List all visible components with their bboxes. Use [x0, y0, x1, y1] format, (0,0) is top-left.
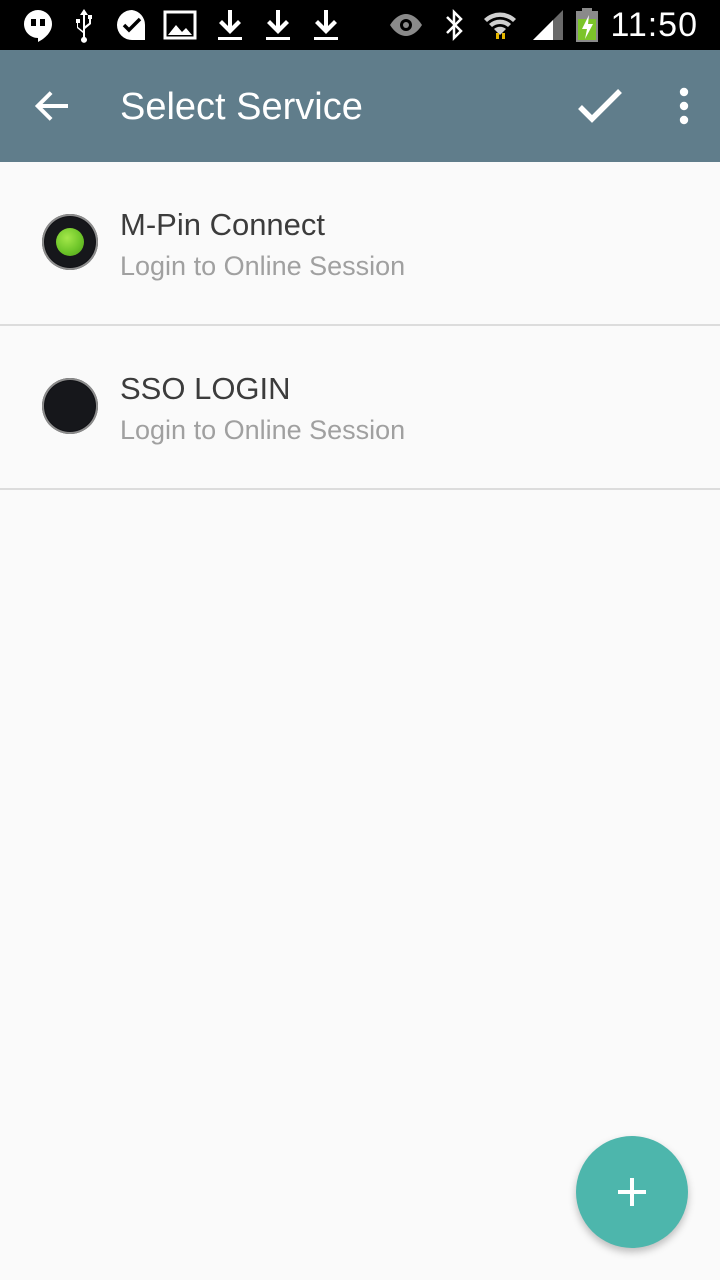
usb-icon: [66, 7, 102, 43]
hangouts-icon: [20, 7, 56, 43]
status-bar: 11:50: [0, 0, 720, 50]
more-vert-icon: [679, 87, 689, 125]
eye-icon: [388, 7, 424, 43]
overflow-menu-button[interactable]: [660, 78, 708, 134]
confirm-button[interactable]: [570, 78, 630, 134]
plus-icon: [618, 1178, 646, 1206]
back-button[interactable]: [24, 78, 80, 134]
status-time: 11:50: [610, 6, 698, 44]
list-item[interactable]: M-Pin Connect Login to Online Session: [0, 162, 720, 326]
signal-icon: [530, 7, 566, 43]
bluetooth-icon: [436, 7, 472, 43]
screen: 11:50 Select Service M-Pin Connect Login…: [0, 0, 720, 1280]
list-item[interactable]: SSO LOGIN Login to Online Session: [0, 326, 720, 490]
service-subtitle: Login to Online Session: [120, 415, 406, 445]
download-icon: [260, 7, 296, 43]
radio-ring: [45, 381, 95, 431]
arrow-back-icon: [34, 91, 68, 121]
radio-unselected[interactable]: [42, 378, 98, 434]
download-icon: [308, 7, 344, 43]
service-subtitle: Login to Online Session: [120, 251, 406, 281]
wifi-icon: [482, 7, 518, 43]
battery-charging-icon: [570, 7, 606, 43]
check-bubble-icon: [114, 7, 150, 43]
service-title: SSO LOGIN: [120, 371, 291, 406]
download-icon: [212, 7, 248, 43]
service-list: M-Pin Connect Login to Online Session SS…: [0, 162, 720, 490]
radio-dot: [56, 228, 84, 256]
check-icon: [578, 89, 622, 123]
add-service-button[interactable]: [576, 1136, 688, 1248]
page-title: Select Service: [120, 86, 363, 128]
radio-selected[interactable]: [42, 214, 98, 270]
app-bar: Select Service: [0, 50, 720, 162]
service-title: M-Pin Connect: [120, 207, 326, 242]
image-icon: [162, 7, 198, 43]
